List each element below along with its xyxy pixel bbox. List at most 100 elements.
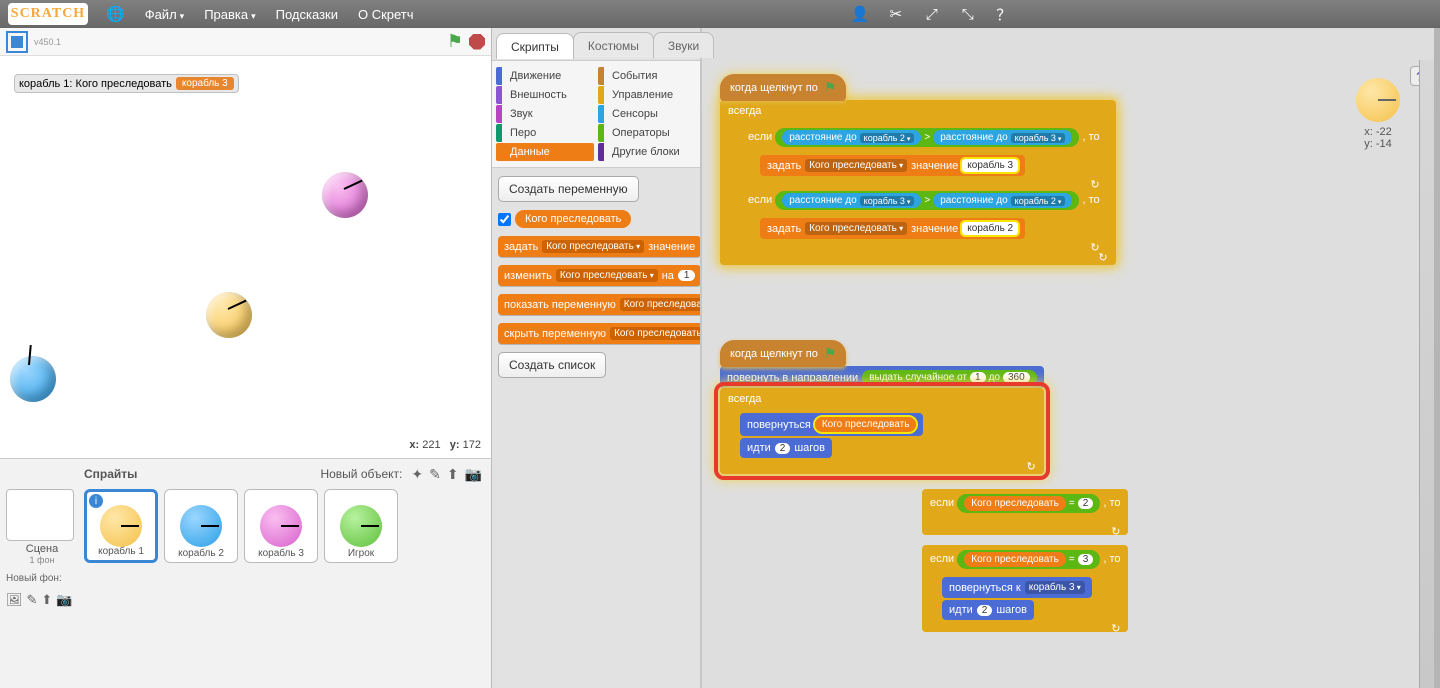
variable-visibility-checkbox[interactable]: Кого преследовать — [498, 210, 631, 228]
block-point-towards-var[interactable]: повернуться Кого преследовать — [740, 413, 923, 436]
sprite-thumb-player[interactable]: Игрок — [324, 489, 398, 563]
left-column: v450.1 ⚑ корабль 1: Кого преследовать ко… — [0, 28, 492, 688]
menu-about[interactable]: О Скретч — [356, 7, 416, 22]
stage-header: v450.1 ⚑ — [0, 28, 491, 56]
block-if-eq3[interactable]: если Кого преследовать = 3 , то повернут… — [922, 545, 1128, 632]
stage[interactable]: корабль 1: Кого преследовать корабль 3 — [0, 56, 491, 436]
sprite-thumb-ship2[interactable]: корабль 2 — [164, 489, 238, 563]
grow-icon[interactable]: ⤢ — [922, 4, 942, 24]
sprites-title: Спрайты — [84, 467, 137, 481]
backdrop-upload-icon[interactable]: ⬆ — [41, 592, 52, 608]
new-sprite-camera-icon[interactable]: 📷 — [465, 466, 482, 483]
cat-sound[interactable]: Звук — [496, 105, 594, 123]
block-set-var-ship3[interactable]: задать Кого преследовать значение корабл… — [760, 155, 1025, 176]
block-point-direction[interactable]: повернуть в направлении выдать случайное… — [720, 366, 1044, 389]
script-stack-3[interactable]: если Кого преследовать = 2 , то — [922, 490, 1128, 535]
make-list-button[interactable]: Создать список — [498, 352, 606, 378]
stage-thumb[interactable] — [6, 489, 74, 541]
op-eq-2[interactable]: Кого преследовать = 2 — [957, 494, 1100, 513]
menu-file[interactable]: Файл — [143, 7, 187, 22]
menubar: SCRATCH 🌐 Файл Правка Подсказки О Скретч… — [0, 0, 1440, 28]
sensing-distance-ship3[interactable]: расстояние докорабль 3 — [933, 130, 1072, 145]
tab-scripts[interactable]: Скрипты — [496, 33, 574, 59]
sprite-ship3-onstage[interactable] — [322, 172, 368, 218]
backdrop-library-icon[interactable]: 🖼 — [6, 592, 23, 608]
stage-coords: x: 221 y: 172 — [0, 436, 491, 458]
sensing-distance-ship3b[interactable]: расстояние докорабль 3 — [782, 193, 921, 208]
block-when-flag-2[interactable]: когда щелкнут по⚑ — [720, 340, 846, 367]
op-greater-2[interactable]: расстояние докорабль 3 > расстояние доко… — [775, 191, 1079, 210]
sensing-distance-ship2[interactable]: расстояние докорабль 2 — [782, 130, 921, 145]
op-random[interactable]: выдать случайное от1 до360 — [862, 370, 1036, 385]
cat-control[interactable]: Управление — [598, 86, 696, 104]
sensing-distance-ship2b[interactable]: расстояние докорабль 2 — [933, 193, 1072, 208]
block-help-icon[interactable]: ? — [1410, 66, 1430, 86]
stage-variable-monitor[interactable]: корабль 1: Кого преследовать корабль 3 — [14, 74, 239, 93]
new-sprite-upload-icon[interactable]: ⬆ — [447, 466, 459, 483]
block-forever-2[interactable]: всегда повернуться Кого преследовать идт… — [720, 388, 1044, 474]
var-monitor-label: корабль 1: Кого преследовать — [19, 78, 172, 90]
block-if-eq2[interactable]: если Кого преследовать = 2 , то — [922, 489, 1128, 535]
cut-icon[interactable]: ✂ — [886, 4, 906, 24]
op-eq-3[interactable]: Кого преследовать = 3 — [957, 550, 1100, 569]
tabs: Скрипты Костюмы Звуки — [496, 32, 713, 58]
help-icon[interactable]: ？ — [994, 4, 1014, 24]
sprite-ship2-onstage[interactable] — [10, 356, 56, 402]
block-move-steps-2[interactable]: идти2шагов — [942, 600, 1034, 620]
reporter-var-eq3[interactable]: Кого преследовать — [964, 552, 1066, 567]
cat-data[interactable]: Данные — [496, 143, 594, 161]
make-variable-button[interactable]: Создать переменную — [498, 176, 639, 202]
set-value-ship2[interactable]: корабль 2 — [962, 222, 1018, 235]
block-hide-variable[interactable]: скрыть переменную Кого преследовать — [498, 323, 702, 344]
block-move-steps-1[interactable]: идти2шагов — [740, 438, 832, 458]
language-icon[interactable]: 🌐 — [104, 5, 127, 23]
block-show-variable[interactable]: показать переменную Кого преследовать — [498, 294, 702, 315]
op-greater-1[interactable]: расстояние докорабль 2 > расстояние доко… — [775, 128, 1079, 147]
sprite-thumb-ship1[interactable]: i корабль 1 — [84, 489, 158, 563]
block-change-variable[interactable]: изменить Кого преследовать на 1 — [498, 265, 701, 286]
backdrop-paint-icon[interactable]: ✎ — [27, 592, 38, 608]
sprite-indicator: x: -22 y: -14 — [1356, 78, 1400, 150]
fullscreen-icon[interactable] — [6, 31, 28, 53]
cat-looks[interactable]: Внешность — [496, 86, 594, 104]
set-value-ship3[interactable]: корабль 3 — [962, 159, 1018, 172]
new-sprite-paint-icon[interactable]: ✎ — [429, 466, 441, 483]
menu-edit[interactable]: Правка — [202, 7, 257, 22]
backdrop-camera-icon[interactable]: 📷 — [56, 592, 72, 608]
menu-tips[interactable]: Подсказки — [274, 7, 340, 22]
script-canvas[interactable]: ? x: -22 y: -14 когда щелкнут по⚑ всегда — [702, 28, 1440, 688]
reporter-var-eq2[interactable]: Кого преследовать — [964, 496, 1066, 511]
cat-pen[interactable]: Перо — [496, 124, 594, 142]
script-stack-1[interactable]: когда щелкнут по⚑ всегда если расстояние… — [720, 74, 1116, 265]
stop-button[interactable] — [469, 34, 485, 50]
tab-sounds[interactable]: Звуки — [653, 32, 714, 58]
block-set-variable[interactable]: задать Кого преследовать значение — [498, 236, 701, 257]
sprite-thumb-ship3[interactable]: корабль 3 — [244, 489, 318, 563]
cat-operators[interactable]: Операторы — [598, 124, 696, 142]
version-label: v450.1 — [34, 37, 61, 47]
cat-sensing[interactable]: Сенсоры — [598, 105, 696, 123]
cat-events[interactable]: События — [598, 67, 696, 85]
block-point-towards-ship3[interactable]: повернуться ккорабль 3 — [942, 577, 1092, 598]
block-set-var-ship2[interactable]: задать Кого преследовать значение корабл… — [760, 218, 1025, 239]
cat-motion[interactable]: Движение — [496, 67, 594, 85]
info-icon[interactable]: i — [89, 494, 103, 508]
stage-thumb-sub: 1 фон — [6, 555, 78, 565]
block-if-2[interactable]: если расстояние докорабль 3 > расстояние… — [740, 187, 1108, 249]
block-if-1[interactable]: если расстояние докорабль 2 > расстояние… — [740, 124, 1108, 186]
tab-costumes[interactable]: Костюмы — [573, 32, 654, 58]
block-when-flag-1[interactable]: когда щелкнут по⚑ — [720, 74, 846, 101]
cat-more[interactable]: Другие блоки — [598, 143, 696, 161]
script-stack-2[interactable]: когда щелкнут по⚑ повернуть в направлени… — [720, 340, 1044, 474]
reporter-var-in-point[interactable]: Кого преследовать — [815, 417, 917, 432]
green-flag-button[interactable]: ⚑ — [447, 31, 463, 52]
duplicate-icon[interactable]: 👤 — [850, 4, 870, 24]
new-object-label: Новый объект: — [320, 467, 402, 481]
variable-reporter[interactable]: Кого преследовать — [515, 210, 631, 228]
block-forever-1[interactable]: всегда если расстояние докорабль 2 > — [720, 100, 1116, 265]
shrink-icon[interactable]: ⤡ — [958, 4, 978, 24]
script-stack-4[interactable]: если Кого преследовать = 3 , то повернут… — [922, 546, 1128, 632]
var-checkbox[interactable] — [498, 213, 511, 226]
new-sprite-library-icon[interactable]: ✦ — [411, 466, 423, 483]
sprite-ship1-onstage[interactable] — [206, 292, 252, 338]
